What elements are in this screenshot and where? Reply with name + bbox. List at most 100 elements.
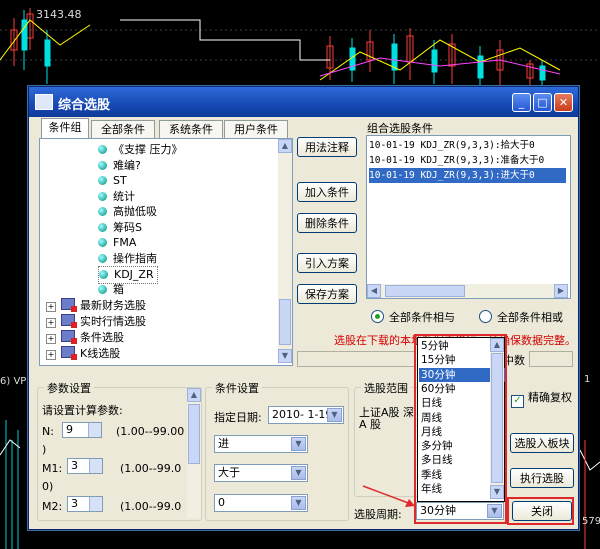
chevron-down-icon[interactable]: ▼ [291, 466, 306, 480]
param-n-stepper[interactable]: 9 [62, 422, 102, 438]
tab-all-conditions[interactable]: 全部条件 [91, 120, 155, 139]
tree-item[interactable]: 高抛低吸 [98, 204, 157, 220]
param-m2-label: M2: [42, 500, 63, 513]
maximize-button[interactable]: □ [533, 93, 552, 112]
save-plan-button[interactable]: 保存方案 [297, 284, 357, 304]
tree-item[interactable]: 箱 [98, 282, 124, 298]
indicator-dot-icon [98, 161, 107, 170]
indicator-dot-icon [98, 176, 107, 185]
list-item-selected[interactable]: 10-01-19 KDJ_ZR(9,3,3):进大于0 [369, 168, 566, 183]
expand-plus-icon[interactable]: + [46, 302, 56, 312]
tree-group[interactable]: + 实时行情选股 [46, 314, 146, 330]
tree-scroll-thumb[interactable] [279, 299, 291, 345]
list-item[interactable]: 10-01-19 KDJ_ZR(9,3,3):准备大于0 [369, 153, 544, 168]
chevron-down-icon[interactable]: ▼ [291, 496, 306, 510]
title-bar[interactable]: 综合选股 _ □ ✕ [29, 87, 578, 117]
annotation-arrow-icon [362, 485, 415, 507]
param-m1-range-close: 0) [42, 480, 54, 493]
param-n-label: N: [42, 425, 54, 438]
spinner-arrows-icon[interactable] [89, 459, 102, 473]
scroll-right-icon[interactable]: ▶ [554, 284, 568, 298]
progress-bar [297, 351, 416, 367]
condition-settings-group: 条件设置 指定日期: 2010- 1-19 ▼ 进 ▼ 大于 ▼ 0 ▼ [205, 380, 349, 521]
stock-screener-dialog: 综合选股 _ □ ✕ 条件组 全部条件 系统条件 用户条件 《支撑 压力》 难编… [28, 86, 579, 530]
list-scroll-thumb[interactable] [385, 285, 465, 297]
add-condition-button[interactable]: 加入条件 [297, 182, 357, 202]
minimize-button[interactable]: _ [512, 93, 531, 112]
combined-conditions-label: 组合选股条件 [367, 122, 433, 135]
date-label: 指定日期: [214, 411, 262, 424]
param-m1-stepper[interactable]: 3 [67, 458, 103, 474]
indicator-dot-icon [98, 238, 107, 247]
chevron-down-icon[interactable]: ▼ [291, 437, 306, 451]
tab-condition-group[interactable]: 条件组 [41, 118, 89, 139]
spinner-arrows-icon[interactable] [89, 497, 102, 511]
logic-or-radio[interactable]: 全部条件相或 [479, 309, 563, 325]
checkbox-checked-icon: ✓ [511, 395, 524, 408]
close-highlight-box [507, 497, 574, 525]
param-scrollbar[interactable]: ▲ [187, 388, 201, 518]
folder-icon [61, 346, 77, 360]
combined-conditions-list[interactable]: 10-01-19 KDJ_ZR(9,3,3):拾大于0 10-01-19 KDJ… [366, 135, 571, 299]
tree-item[interactable]: 统计 [98, 189, 135, 205]
tree-item[interactable]: ST [98, 173, 127, 189]
param-m2-stepper[interactable]: 3 [67, 496, 103, 512]
delete-condition-button[interactable]: 删除条件 [297, 213, 357, 233]
condition-settings-title: 条件设置 [212, 380, 262, 396]
list-scrollbar[interactable]: ◀ ▶ [367, 284, 568, 298]
scroll-left-icon[interactable]: ◀ [367, 284, 381, 298]
indicator-dot-icon [98, 207, 107, 216]
tree-group[interactable]: + K线选股 [46, 346, 120, 362]
tree-item[interactable]: 难编? [98, 158, 141, 174]
param-settings-title: 参数设置 [44, 380, 94, 396]
tree-item[interactable]: 筹码S [98, 220, 142, 236]
condition-operator-select[interactable]: 大于 ▼ [214, 464, 308, 482]
date-picker[interactable]: 2010- 1-19 ▼ [268, 406, 344, 424]
expand-plus-icon[interactable]: + [46, 334, 56, 344]
param-n-range-close: ) [42, 443, 47, 456]
tree-item[interactable]: FMA [98, 235, 136, 251]
folder-icon [61, 314, 77, 328]
add-to-block-button[interactable]: 选股入板块 [510, 433, 574, 453]
condition-field-select[interactable]: 进 ▼ [214, 435, 308, 453]
period-highlight-box [414, 334, 507, 524]
folder-icon [61, 298, 77, 312]
param-m2-range: (1.00--99.0 [120, 500, 182, 513]
param-m1-label: M1: [42, 462, 63, 475]
indicator-dot-icon [98, 192, 107, 201]
spinner-arrows-icon[interactable] [88, 423, 101, 437]
tab-system-conditions[interactable]: 系统条件 [159, 120, 223, 139]
indicator-dot-icon [98, 254, 107, 263]
list-item[interactable]: 10-01-19 KDJ_ZR(9,3,3):拾大于0 [369, 138, 535, 153]
accurate-restore-checkbox[interactable]: ✓ 精确复权 [511, 389, 572, 408]
top-price-label: 3143.48 [36, 8, 82, 21]
condition-tree[interactable]: 《支撑 压力》 难编? ST 统计 高抛低吸 筹码S FMA 操作指南 KDJ_… [39, 138, 293, 366]
tab-user-conditions[interactable]: 用户条件 [224, 120, 288, 139]
expand-plus-icon[interactable]: + [46, 318, 56, 328]
execute-screening-button[interactable]: 执行选股 [510, 468, 574, 488]
radio-unchecked-icon [479, 310, 492, 323]
import-plan-button[interactable]: 引入方案 [297, 253, 357, 273]
tree-item[interactable]: 《支撑 压力》 [98, 142, 183, 158]
usage-note-button[interactable]: 用法注释 [297, 137, 357, 157]
param-n-range: (1.00--99.00 [116, 425, 185, 438]
tree-item[interactable]: 操作指南 [98, 251, 157, 267]
radio-checked-icon [371, 310, 384, 323]
param-scroll-thumb[interactable] [188, 404, 200, 464]
chevron-down-icon[interactable]: ▼ [327, 408, 342, 422]
condition-value-select[interactable]: 0 ▼ [214, 494, 308, 512]
param-settings-group: 参数设置 请设置计算参数: N: 9 (1.00--99.00 ) M1: 3 … [37, 380, 202, 521]
right-axis-bottom: 579 [582, 516, 600, 527]
stock-range-title: 选股范围 [361, 380, 411, 396]
logic-and-radio[interactable]: 全部条件相与 [371, 309, 455, 325]
scroll-down-icon[interactable]: ▼ [278, 349, 292, 363]
window-app-icon [35, 94, 53, 110]
window-title: 综合选股 [58, 98, 111, 113]
scroll-up-icon[interactable]: ▲ [278, 139, 292, 153]
tree-scrollbar[interactable]: ▲ ▼ [278, 139, 292, 363]
close-window-button[interactable]: ✕ [554, 93, 573, 112]
tree-group[interactable]: + 条件选股 [46, 330, 124, 346]
expand-plus-icon[interactable]: + [46, 350, 56, 360]
tree-group[interactable]: + 最新财务选股 [46, 298, 146, 314]
scroll-up-icon[interactable]: ▲ [187, 388, 201, 402]
